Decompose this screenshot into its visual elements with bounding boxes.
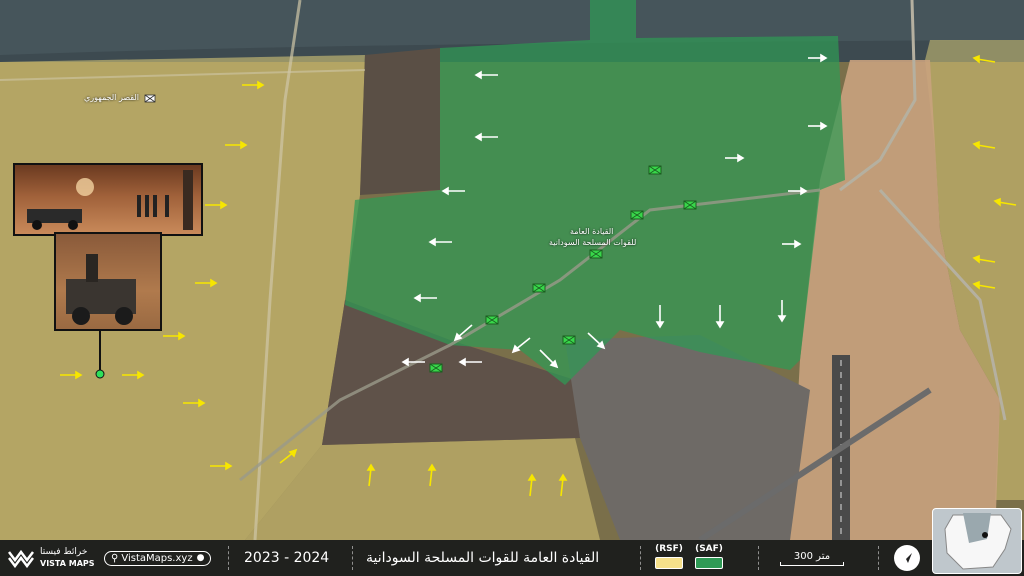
hq-label-line2: للقوات المسلحة السودانية [549,238,637,247]
site-badge[interactable]: ⚲ VistaMaps.xyz ● [104,550,212,566]
title-label: القيادة العامة للقوات المسلحة السودانية [366,550,600,566]
logo-ar-text: خرائط فيستا [40,547,88,557]
vista-logo[interactable]: خرائط فيستا VISTA MAPS [8,540,95,576]
logo-en-text: VISTA MAPS [40,559,95,568]
scale-label: 300 متر [793,550,831,562]
photo-inset-1 [13,163,203,236]
north-arrow-icon [894,545,920,571]
legend-rsf-swatch [655,556,683,569]
palace-label: القصر الجمهوري [84,93,139,102]
hq-label-line1: القيادة العامة [570,227,614,236]
search-icon: ⚲ [111,552,119,564]
pin-icon: ● [196,553,205,563]
photo-inset-2 [54,232,162,331]
legend-rsf-label: (RSF) [655,543,683,554]
vista-logo-icon [8,549,34,568]
years-label: 2023 - 2024 [244,550,330,566]
scale-bar [780,561,844,566]
bottom-bar: خرائط فيستا VISTA MAPS ⚲ VistaMaps.xyz ●… [0,540,1024,576]
legend-saf-swatch [695,556,723,569]
photo-location-pin[interactable] [95,369,105,379]
locator-minimap [932,508,1022,574]
locator-dot [982,532,988,538]
legend-saf-label: (SAF) [695,543,723,554]
site-url: VistaMaps.xyz [121,552,193,564]
